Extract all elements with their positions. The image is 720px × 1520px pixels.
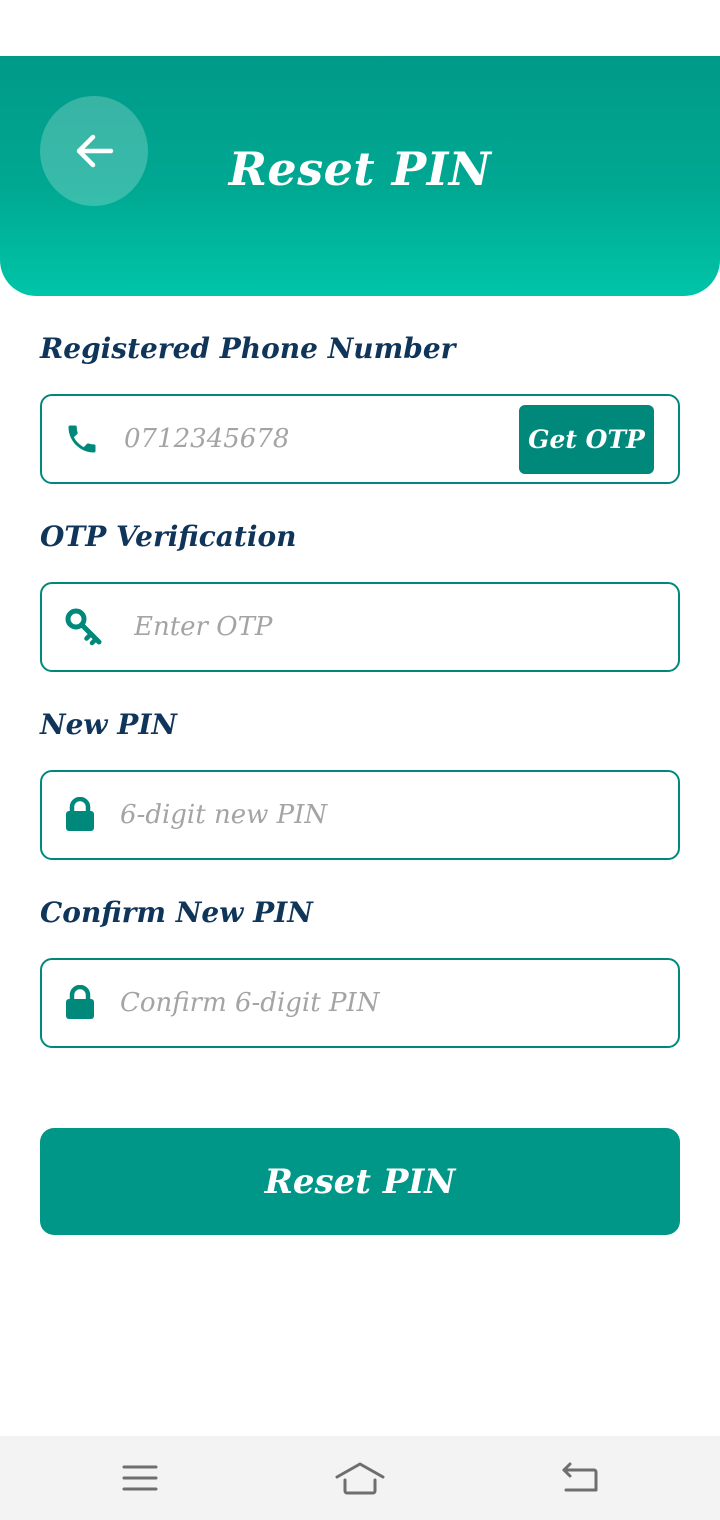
phone-icon bbox=[64, 421, 100, 457]
header: Reset PIN bbox=[0, 56, 720, 296]
phone-field: Get OTP bbox=[40, 394, 680, 484]
otp-label: OTP Verification bbox=[40, 520, 297, 553]
new-pin-field bbox=[40, 770, 680, 860]
confirm-pin-input[interactable] bbox=[120, 960, 660, 1046]
system-nav-bar bbox=[0, 1436, 720, 1520]
reset-pin-screen: Reset PIN Registered Phone Number Get OT… bbox=[0, 0, 720, 1520]
menu-icon bbox=[122, 1465, 158, 1491]
reset-pin-button[interactable]: Reset PIN bbox=[40, 1128, 680, 1235]
otp-field bbox=[40, 582, 680, 672]
get-otp-button[interactable]: Get OTP bbox=[519, 405, 654, 474]
lock-icon bbox=[64, 797, 96, 833]
home-icon bbox=[335, 1462, 385, 1495]
nav-menu-button[interactable] bbox=[110, 1456, 170, 1500]
new-pin-label: New PIN bbox=[40, 708, 178, 741]
nav-home-button[interactable] bbox=[330, 1456, 390, 1500]
new-pin-input[interactable] bbox=[120, 772, 660, 858]
return-icon bbox=[562, 1462, 598, 1492]
page-title: Reset PIN bbox=[228, 142, 492, 196]
phone-input[interactable] bbox=[124, 396, 504, 482]
otp-input[interactable] bbox=[134, 584, 654, 670]
confirm-pin-label: Confirm New PIN bbox=[40, 896, 313, 929]
status-bar bbox=[0, 0, 720, 56]
lock-icon bbox=[64, 985, 96, 1021]
phone-label: Registered Phone Number bbox=[40, 332, 456, 365]
confirm-pin-field bbox=[40, 958, 680, 1048]
key-icon bbox=[64, 607, 106, 647]
nav-back-button[interactable] bbox=[550, 1456, 610, 1500]
